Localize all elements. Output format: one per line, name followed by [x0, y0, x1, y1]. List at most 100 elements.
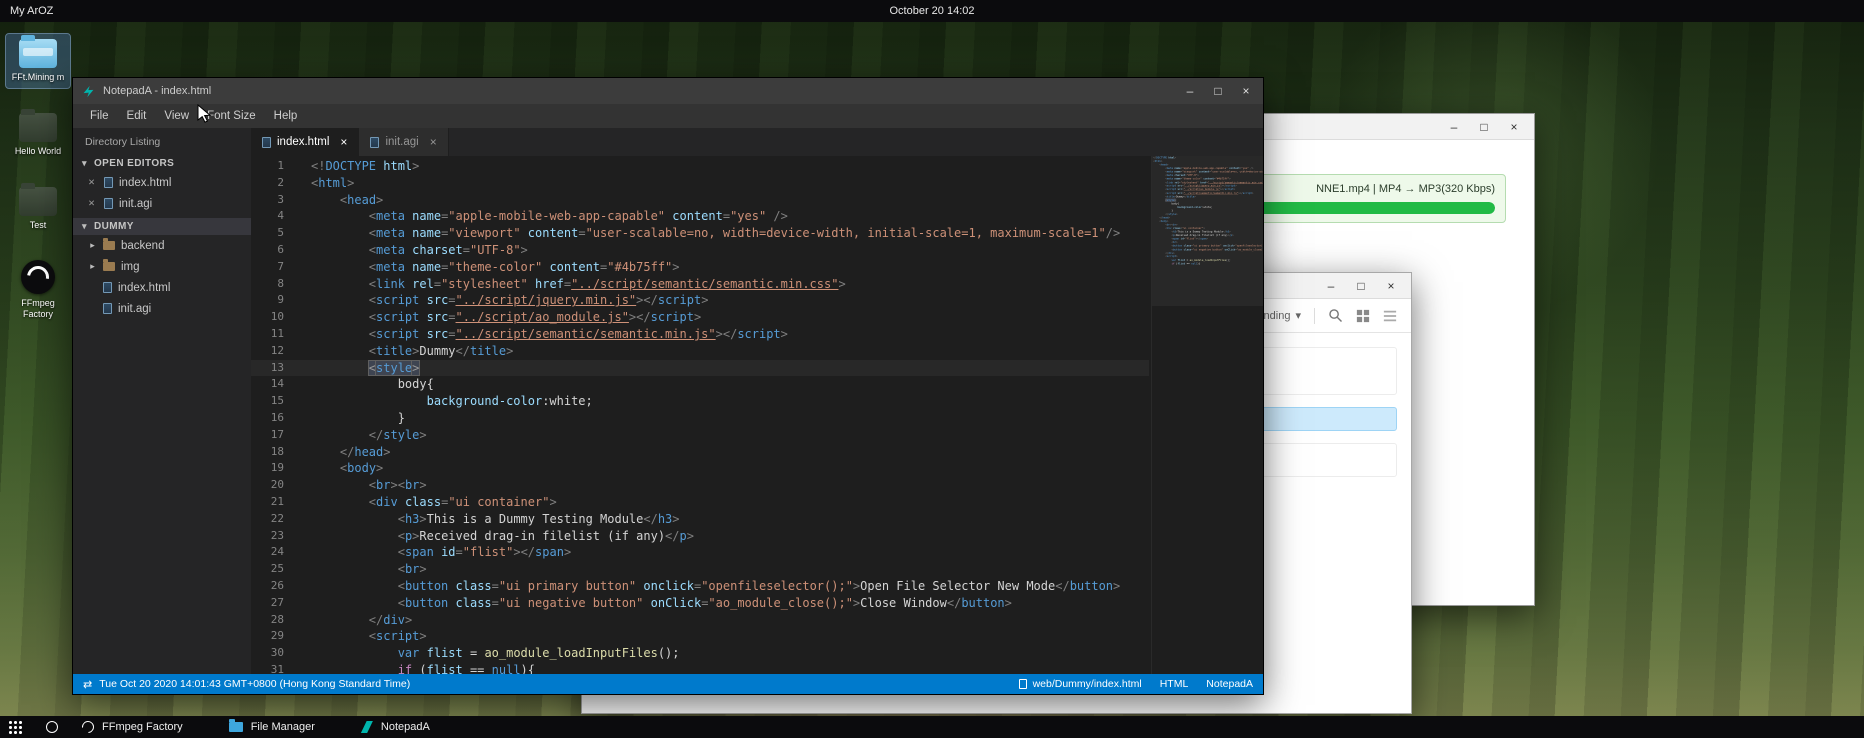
code-token: br [376, 478, 390, 492]
minimize-button[interactable]: – [1323, 280, 1339, 292]
code-token: < [398, 562, 405, 576]
tree-item-index-html[interactable]: index.html [73, 277, 251, 298]
code-line[interactable]: 20 <br><br> [251, 477, 1149, 494]
code-line[interactable]: 3 <head> [251, 192, 1149, 209]
task-ffmpeg-factory[interactable]: FFmpeg Factory [82, 721, 183, 733]
maximize-button[interactable]: □ [1205, 81, 1231, 101]
desktop-icons: FFt.Mining m Hello World Test FFmpeg Factor… [6, 34, 70, 325]
code-line[interactable]: 24 <span id="flist"></span> [251, 544, 1149, 561]
tab-index-html[interactable]: index.html× [251, 128, 359, 156]
code-editor[interactable]: 1<!DOCTYPE html>2<html>3 <head>4 <meta n… [251, 156, 1263, 674]
menu-view[interactable]: View [155, 106, 198, 126]
aroz-menu-label[interactable]: My ArOZ [0, 5, 53, 17]
code-token: head [347, 193, 376, 207]
desktop-icon-hello-world[interactable]: Hello World [6, 108, 70, 162]
code-line[interactable]: 5 <meta name="viewport" content="user-sc… [251, 225, 1149, 242]
code-token [311, 193, 340, 207]
close-icon[interactable]: × [340, 135, 347, 149]
code-line[interactable]: 12 <title>Dummy</title> [251, 343, 1149, 360]
tree-item-label: init.agi [118, 303, 151, 315]
search-icon[interactable] [1328, 308, 1343, 323]
code-token [311, 529, 398, 543]
code-token: < [369, 478, 376, 492]
dummy-folder-section[interactable]: ▾ DUMMY [73, 218, 251, 235]
open-editors-section[interactable]: ▾ OPEN EDITORS [73, 155, 251, 172]
desktop-icon-label: Test [30, 220, 47, 231]
code-line[interactable]: 19 <body> [251, 460, 1149, 477]
code-token: > [412, 159, 419, 173]
code-line[interactable]: 22 <h3>This is a Dummy Testing Module</h… [251, 511, 1149, 528]
code-line[interactable]: 26 <button class="ui primary button" onc… [251, 578, 1149, 595]
code-token [311, 310, 369, 324]
code-line[interactable]: 17 </style> [251, 427, 1149, 444]
close-button[interactable]: × [1233, 81, 1259, 101]
code-line[interactable]: 10 <script src="../script/ao_module.js">… [251, 309, 1149, 326]
tab-bar: index.html×init.agi× [251, 128, 1263, 156]
menu-file[interactable]: File [81, 106, 118, 126]
code-token: background-color [427, 394, 543, 408]
code-line[interactable]: 18 </head> [251, 444, 1149, 461]
maximize-button[interactable]: □ [1353, 280, 1369, 292]
open-editor-item-index-html[interactable]: ✕index.html [73, 172, 251, 193]
code-line[interactable]: 25 <br> [251, 561, 1149, 578]
minimize-button[interactable]: – [1446, 121, 1462, 133]
code-line[interactable]: 4 <meta name="apple-mobile-web-app-capab… [251, 208, 1149, 225]
minimap-token: script [1243, 191, 1252, 194]
code-line[interactable]: 30 var flist = ao_module_loadInputFiles(… [251, 645, 1149, 662]
code-line[interactable]: 31 if (flist == null){ [251, 662, 1149, 674]
code-text: <meta name="viewport" content="user-scal… [311, 225, 1120, 242]
code-line[interactable]: 29 <script> [251, 628, 1149, 645]
list-view-icon[interactable] [1383, 309, 1397, 323]
line-number: 20 [251, 477, 311, 494]
aroz-circle-icon[interactable] [46, 721, 58, 733]
maximize-button[interactable]: □ [1476, 121, 1492, 133]
line-number: 30 [251, 645, 311, 662]
line-number: 23 [251, 528, 311, 545]
desktop-icon-ffmpeg-factory[interactable]: FFmpeg Factory [6, 255, 70, 325]
code-line[interactable]: 6 <meta charset="UTF-8"> [251, 242, 1149, 259]
code-line[interactable]: 28 </div> [251, 612, 1149, 629]
code-line[interactable]: 11 <script src="../script/semantic/seman… [251, 326, 1149, 343]
tree-item-img[interactable]: ▸img [73, 256, 251, 277]
code-line[interactable]: 8 <link rel="stylesheet" href="../script… [251, 276, 1149, 293]
code-line[interactable]: 16 } [251, 410, 1149, 427]
minimap[interactable]: <!DOCTYPE html><html> <head> <meta name=… [1151, 156, 1263, 674]
code-line[interactable]: 14 body{ [251, 376, 1149, 393]
apps-grid-icon[interactable] [8, 720, 22, 734]
status-appname: NotepadA [1206, 678, 1253, 690]
notepada-window[interactable]: NotepadA - index.html – □ × FileEditView… [72, 77, 1264, 695]
desktop-icon-fft-mining-m[interactable]: FFt.Mining m [6, 34, 70, 88]
open-editor-item-init-agi[interactable]: ✕init.agi [73, 193, 251, 214]
tab-init-agi[interactable]: init.agi× [359, 128, 448, 156]
code-line[interactable]: 13 <style> [251, 360, 1149, 377]
code-line[interactable]: 15 background-color:white; [251, 393, 1149, 410]
code-line[interactable]: 7 <meta name="theme-color" content="#4b7… [251, 259, 1149, 276]
code-token [311, 579, 398, 593]
menu-edit[interactable]: Edit [118, 106, 156, 126]
code-line[interactable]: 21 <div class="ui container"> [251, 494, 1149, 511]
code-line[interactable]: 23 <p>Received drag-in filelist (if any)… [251, 528, 1149, 545]
code-line[interactable]: 1<!DOCTYPE html> [251, 158, 1149, 175]
menu-help[interactable]: Help [265, 106, 307, 126]
code-token: script [376, 310, 419, 324]
minimize-button[interactable]: – [1177, 81, 1203, 101]
grid-view-icon[interactable] [1356, 309, 1370, 323]
status-language[interactable]: HTML [1160, 678, 1189, 690]
status-filepath[interactable]: web/Dummy/index.html [1033, 678, 1142, 690]
task-notepada[interactable]: NotepadA [361, 721, 430, 733]
close-icon[interactable]: ✕ [88, 198, 98, 209]
chevron-right-icon: ▸ [88, 240, 97, 251]
close-icon[interactable]: ✕ [88, 177, 98, 188]
code-line[interactable]: 9 <script src="../script/jquery.min.js">… [251, 292, 1149, 309]
close-button[interactable]: × [1383, 280, 1399, 292]
tree-item-backend[interactable]: ▸backend [73, 235, 251, 256]
code-token: style [383, 428, 419, 442]
close-button[interactable]: × [1506, 121, 1522, 133]
code-line[interactable]: 27 <button class="ui negative button" on… [251, 595, 1149, 612]
close-icon[interactable]: × [430, 135, 437, 149]
desktop-icon-test[interactable]: Test [6, 182, 70, 236]
task-file-manager[interactable]: File Manager [229, 721, 315, 733]
code-line[interactable]: 2<html> [251, 175, 1149, 192]
tree-item-init-agi[interactable]: init.agi [73, 298, 251, 319]
notepada-titlebar[interactable]: NotepadA - index.html – □ × [73, 78, 1263, 104]
